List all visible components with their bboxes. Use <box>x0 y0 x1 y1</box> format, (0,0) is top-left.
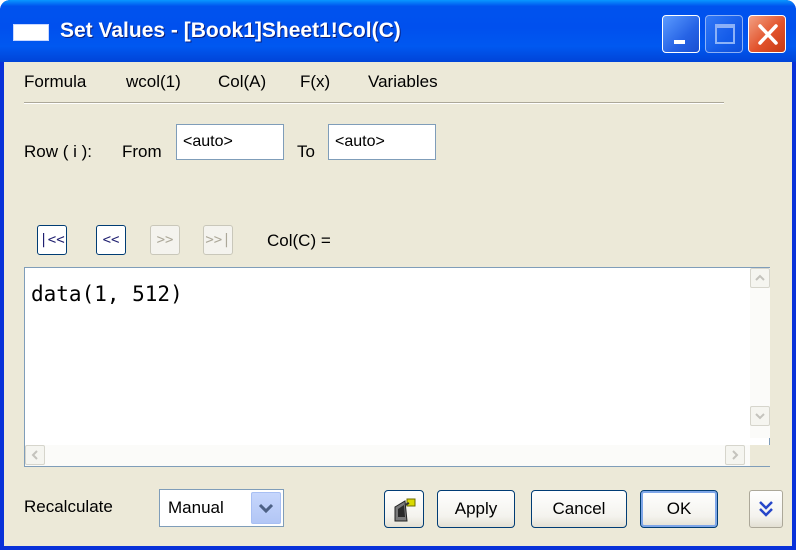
close-button[interactable] <box>748 15 786 53</box>
from-field[interactable]: <auto> <box>176 124 284 160</box>
maximize-icon <box>715 24 735 44</box>
chevron-right-icon <box>732 450 739 460</box>
expand-button[interactable] <box>749 490 783 528</box>
scroll-down-button[interactable] <box>750 406 770 426</box>
scroll-up-button[interactable] <box>750 268 770 288</box>
formula-editor[interactable]: data(1, 512) <box>24 267 770 467</box>
chevron-down-icon <box>258 503 274 514</box>
row-range-label: Row ( i ): <box>24 142 92 161</box>
scroll-right-button[interactable] <box>725 445 745 465</box>
dropdown-button[interactable] <box>251 492 281 524</box>
previous-column-button[interactable]: << <box>96 225 126 255</box>
to-label: To <box>297 142 315 161</box>
menu-col-a[interactable]: Col(A) <box>218 71 266 93</box>
scrollbar-corner <box>750 445 770 466</box>
window-title: Set Values - [Book1]Sheet1!Col(C) <box>60 19 401 42</box>
dialog-body: Formula wcol(1) Col(A) F(x) Variables Ro… <box>4 62 792 546</box>
vertical-scrollbar[interactable] <box>750 268 770 438</box>
minimize-button[interactable] <box>662 15 700 53</box>
chevron-left-icon <box>31 450 38 460</box>
maximize-button[interactable] <box>705 15 743 53</box>
chevron-up-icon <box>755 274 765 281</box>
from-label: From <box>122 142 162 161</box>
menu-variables[interactable]: Variables <box>368 71 438 93</box>
menu-wcol[interactable]: wcol(1) <box>126 71 181 93</box>
chevron-down-icon <box>755 413 765 420</box>
menu-bar: Formula wcol(1) Col(A) F(x) Variables <box>4 62 792 102</box>
minimize-icon <box>674 40 685 44</box>
target-column-label: Col(C) = <box>267 231 331 250</box>
ok-button[interactable]: OK <box>640 490 718 528</box>
menu-formula[interactable]: Formula <box>24 71 86 93</box>
recalculate-label: Recalculate <box>24 497 113 516</box>
recalculate-select[interactable]: Manual <box>159 489 284 527</box>
last-column-button[interactable]: >>| <box>203 225 233 255</box>
menu-fx[interactable]: F(x) <box>300 71 330 93</box>
cancel-button[interactable]: Cancel <box>531 490 627 528</box>
formula-tool-icon <box>394 498 416 522</box>
scroll-left-button[interactable] <box>25 445 45 465</box>
title-bar[interactable]: Set Values - [Book1]Sheet1!Col(C) <box>0 0 796 62</box>
menu-divider <box>24 102 724 104</box>
set-values-dialog: Set Values - [Book1]Sheet1!Col(C) Formul… <box>0 0 796 550</box>
next-column-button[interactable]: >> <box>150 225 180 255</box>
close-icon <box>758 24 778 45</box>
to-field[interactable]: <auto> <box>328 124 436 160</box>
formula-tool-button[interactable] <box>384 490 424 528</box>
apply-button[interactable]: Apply <box>437 490 515 528</box>
first-column-button[interactable]: |<< <box>37 225 67 255</box>
horizontal-scrollbar[interactable] <box>25 445 750 466</box>
recalculate-value: Manual <box>168 498 224 517</box>
double-chevron-down-icon <box>759 501 773 517</box>
window-icon <box>13 24 49 41</box>
formula-text: data(1, 512) <box>31 282 183 306</box>
